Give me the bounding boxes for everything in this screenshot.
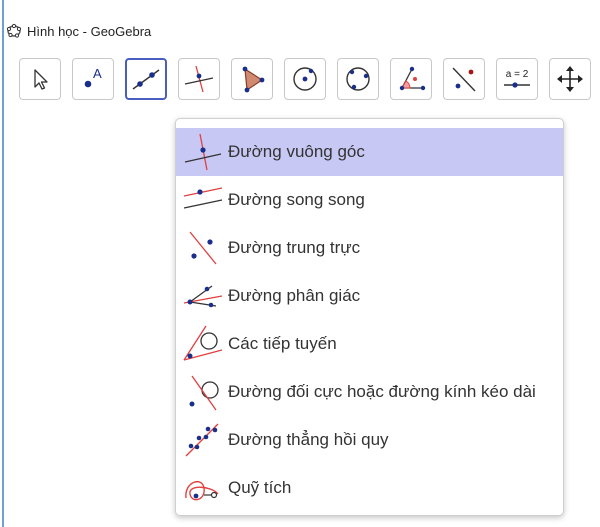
menu-item-label: Các tiếp tuyến: [228, 334, 337, 353]
cursor-arrow-icon: [34, 69, 48, 90]
menu-item-best-fit-line[interactable]: Đường thẳng hồi quy: [176, 416, 563, 464]
circle-three-points-tool-button[interactable]: [337, 58, 379, 100]
reflect-line-icon: [452, 67, 476, 92]
menu-item-label: Đường song song: [228, 190, 365, 209]
move-graphics-tool-button[interactable]: [549, 58, 591, 100]
menu-item-label: Đường thẳng hồi quy: [228, 430, 389, 449]
best-fit-line-icon: [185, 423, 219, 457]
circle-three-points-icon: [346, 67, 370, 91]
perpendicular-bisector-icon: [189, 231, 217, 265]
menu-item-locus[interactable]: Quỹ tích: [176, 464, 563, 512]
slider-tool-button[interactable]: a = 2: [496, 58, 538, 100]
locus-icon: [185, 480, 219, 501]
menu-item-perpendicular-bisector[interactable]: Đường trung trực: [176, 224, 563, 272]
menu-item-angle-bisector[interactable]: Đường phân giác: [176, 272, 563, 320]
slider-icon-text: a = 2: [506, 69, 529, 80]
slider-icon: a = 2: [504, 69, 530, 88]
window-left-border: [2, 0, 4, 527]
circle-center-tool-button[interactable]: [284, 58, 326, 100]
menu-item-label: Đường phân giác: [228, 286, 361, 305]
geogebra-logo-icon: [6, 23, 22, 38]
window-title: Hình học - GeoGebra: [27, 23, 152, 39]
polygon-icon: [242, 66, 265, 93]
tool-dropdown-menu: Đường vuông góc Đường song song Đường tr…: [175, 118, 564, 516]
title-bar: Hình học - GeoGebra: [6, 18, 596, 44]
menu-item-perpendicular-line[interactable]: Đường vuông góc: [176, 128, 563, 176]
perpendicular-tool-button[interactable]: [178, 58, 220, 100]
angle-tool-button[interactable]: [390, 58, 432, 100]
angle-bisector-icon: [183, 285, 223, 308]
move-arrows-icon: [557, 66, 583, 92]
point-tool-button[interactable]: A: [72, 58, 114, 100]
svg-text:A: A: [93, 66, 102, 81]
menu-item-parallel-line[interactable]: Đường song song: [176, 176, 563, 224]
line-through-points-icon: [132, 69, 160, 90]
toolbar: A a = 2: [19, 58, 600, 104]
perpendicular-line-icon: [184, 133, 222, 171]
point-a-icon: A: [84, 66, 102, 88]
angle-icon: [399, 66, 426, 91]
line-tool-button[interactable]: [125, 58, 167, 100]
reflect-tool-button[interactable]: [443, 58, 485, 100]
perpendicular-line-icon: [184, 65, 214, 93]
polar-diameter-icon: [189, 375, 219, 411]
menu-item-label: Đường vuông góc: [228, 142, 365, 161]
circle-center-point-icon: [293, 67, 317, 91]
parallel-line-icon: [183, 187, 223, 209]
menu-item-label: Quỹ tích: [228, 478, 292, 497]
menu-item-tangents[interactable]: Các tiếp tuyến: [176, 320, 563, 368]
menu-item-label: Đường trung trực: [228, 238, 361, 257]
polygon-tool-button[interactable]: [231, 58, 273, 100]
menu-item-label: Đường đối cực hoặc đường kính kéo dài: [228, 382, 536, 401]
tangents-icon: [183, 325, 223, 361]
menu-item-polar-diameter-line[interactable]: Đường đối cực hoặc đường kính kéo dài: [176, 368, 563, 416]
move-tool-button[interactable]: [19, 58, 61, 100]
